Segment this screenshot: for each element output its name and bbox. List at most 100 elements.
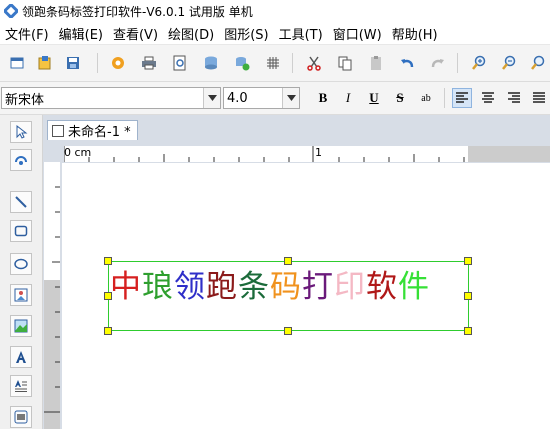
label-char: 软 [366,268,398,305]
menu-edit[interactable]: 编辑(E) [54,24,108,43]
resize-handle-right[interactable] [464,292,472,300]
underline-button[interactable]: U [364,88,384,108]
resize-handle-bottom[interactable] [284,327,292,335]
database-settings-button[interactable] [232,53,252,73]
text-list-tool-button[interactable] [10,375,32,397]
title-bar: 领跑条码标签打印软件-V6.0.1 试用版 单机 [0,0,550,22]
select-tool-button[interactable] [10,121,32,143]
rotate-tool-button[interactable] [10,149,32,171]
rotate-icon [15,156,27,165]
open-button[interactable] [35,53,55,73]
zoom-out-button[interactable] [499,53,519,73]
settings-icon [112,57,124,69]
menu-help[interactable]: 帮助(H) [387,24,443,43]
undo-icon [401,59,414,68]
menu-draw[interactable]: 绘图(D) [163,24,219,43]
print-icon [142,56,156,70]
app-logo-icon [4,4,18,18]
database-button[interactable] [201,53,221,73]
font-family-value: 新宋体 [5,92,45,108]
ellipse-tool-button[interactable] [10,253,32,275]
image-icon [14,288,28,302]
barcode-icon [14,410,28,424]
tab-label: 未命名-1 * [68,125,131,140]
drawing-tools-bar [0,115,43,429]
select-arrow-icon [16,125,28,139]
align-right-button[interactable] [504,88,524,108]
zoom-out-icon [502,55,516,70]
save-button[interactable] [63,53,83,73]
resize-handle-bottom-right[interactable] [464,327,472,335]
toolbar-separator [292,53,293,73]
paste-icon [371,56,381,70]
new-file-button[interactable] [7,53,27,73]
copy-icon [338,56,352,71]
copy-button[interactable] [335,53,355,73]
settings-button[interactable] [108,53,128,73]
resize-handle-top-left[interactable] [104,257,112,265]
cut-button[interactable] [304,53,324,73]
ruler-zero-label: 0 cm [64,146,92,159]
paste-button[interactable] [366,53,386,73]
print-button[interactable] [139,53,159,73]
label-char: 印 [334,268,366,305]
chevron-down-icon[interactable] [282,88,299,108]
text-tool-button[interactable] [10,346,32,368]
database-icon [205,56,217,70]
resize-handle-top[interactable] [284,257,292,265]
font-size-value: 4.0 [227,90,248,106]
rectangle-tool-button[interactable] [10,220,32,242]
menu-bar: 文件(F) 编辑(E) 查看(V) 绘图(D) 图形(S) 工具(T) 窗口(W… [0,22,550,45]
zoom-fit-button[interactable] [528,53,548,73]
window-title: 领跑条码标签打印软件-V6.0.1 试用版 单机 [22,4,253,19]
label-char: 中 [110,268,142,305]
ruler-ticks [64,146,465,162]
redo-icon [431,59,444,68]
label-char: 领 [174,268,206,305]
resize-handle-left[interactable] [104,292,112,300]
grid-button[interactable] [263,53,283,73]
picture-tool-button[interactable] [10,315,32,337]
italic-button[interactable]: I [338,88,358,108]
bold-button[interactable]: B [313,88,333,108]
menu-file[interactable]: 文件(F) [0,24,54,43]
image-tool-button[interactable] [10,284,32,306]
chevron-down-icon[interactable] [203,88,220,108]
menu-window[interactable]: 窗口(W) [328,24,387,43]
grid-icon [267,57,279,69]
ruler-one-label: 1 [315,146,322,159]
align-center-icon [482,92,494,103]
toolbar-separator [97,53,98,73]
font-size-select[interactable]: 4.0 [223,87,300,109]
menu-view[interactable]: 查看(V) [108,24,163,43]
line-tool-button[interactable] [10,191,32,213]
undo-button[interactable] [397,53,417,73]
horizontal-ruler: 0 cm 1 [64,146,550,162]
tab-untitled-document[interactable]: 未命名-1 * [47,120,138,140]
rectangle-icon [14,225,28,237]
open-folder-icon [38,56,51,70]
label-char: 码 [270,268,302,305]
resize-handle-bottom-left[interactable] [104,327,112,335]
align-justify-button[interactable] [529,88,549,108]
align-left-button[interactable] [452,88,472,108]
strikethrough-button[interactable]: S [390,88,410,108]
document-icon [52,124,64,137]
label-text-object[interactable]: 中 琅 领 跑 条 码 打 印 软 件 [110,263,430,305]
menu-shape[interactable]: 图形(S) [219,24,273,43]
resize-handle-top-right[interactable] [464,257,472,265]
font-family-select[interactable]: 新宋体 [1,87,221,109]
zoom-in-button[interactable] [469,53,489,73]
cut-icon [307,56,321,71]
align-left-icon [456,92,468,103]
label-char: 琅 [142,268,174,305]
barcode-tool-button[interactable] [10,406,32,428]
label-canvas[interactable]: 中 琅 领 跑 条 码 打 印 软 件 [62,163,550,429]
print-preview-button[interactable] [170,53,190,73]
picture-icon [14,319,28,333]
redo-button[interactable] [428,53,448,73]
menu-tools[interactable]: 工具(T) [274,24,328,43]
letter-spacing-button[interactable]: ab [416,88,436,108]
label-char: 打 [302,268,334,305]
align-center-button[interactable] [478,88,498,108]
